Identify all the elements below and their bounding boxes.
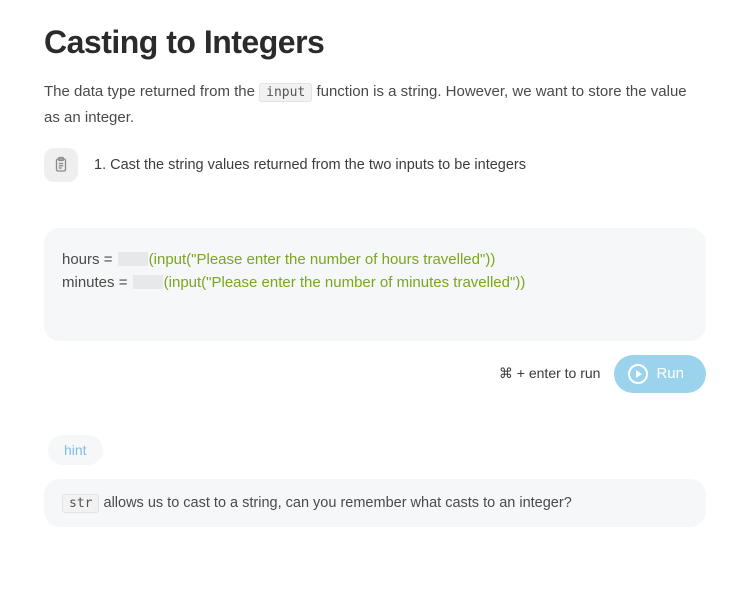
string-literal: "Please enter the number of minutes trav… (206, 274, 515, 291)
blank-input-1[interactable] (118, 252, 148, 266)
inline-code-input: input (259, 83, 312, 102)
run-button[interactable]: Run (614, 355, 706, 393)
intro-before: The data type returned from the (44, 83, 259, 100)
blank-input-2[interactable] (133, 275, 163, 289)
run-shortcut: ⌘ + enter to run (499, 365, 601, 382)
play-icon (628, 364, 648, 384)
clipboard-icon (44, 148, 78, 182)
task-row: 1. Cast the string values returned from … (44, 148, 706, 182)
var-minutes: minutes (62, 274, 115, 291)
code-line-2: minutes = (input("Please enter the numbe… (62, 271, 688, 294)
hint-text: allows us to cast to a string, can you r… (99, 495, 571, 511)
var-hours: hours (62, 251, 100, 268)
eq: = (115, 274, 132, 291)
hint-pill[interactable]: hint (48, 435, 103, 465)
string-literal: "Please enter the number of hours travel… (191, 251, 485, 268)
task-text: 1. Cast the string values returned from … (94, 157, 526, 173)
inline-code-str: str (62, 494, 99, 513)
fn-input: input (169, 274, 202, 291)
hint-box: str allows us to cast to a string, can y… (44, 479, 706, 527)
fn-input: input (154, 251, 187, 268)
paren: )) (515, 274, 525, 291)
intro-paragraph: The data type returned from the input fu… (44, 79, 706, 130)
run-row: ⌘ + enter to run Run (44, 355, 706, 393)
eq: = (100, 251, 117, 268)
code-line-1: hours = (input("Please enter the number … (62, 248, 688, 271)
code-editor[interactable]: hours = (input("Please enter the number … (44, 228, 706, 341)
paren: )) (485, 251, 495, 268)
run-label: Run (656, 365, 684, 382)
page-title: Casting to Integers (44, 24, 706, 61)
